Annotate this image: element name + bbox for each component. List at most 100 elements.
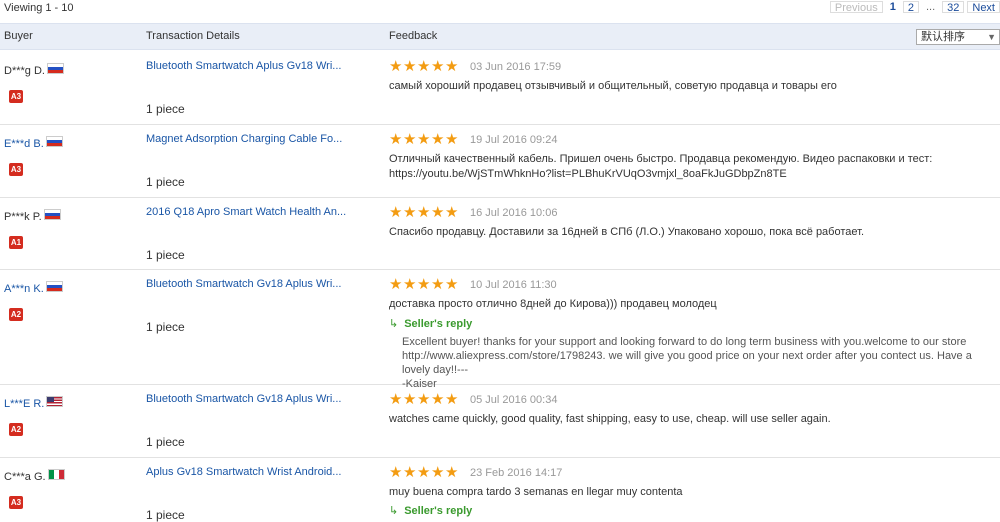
star-rating: ★ ★ ★ ★ ★ xyxy=(389,464,459,481)
quantity: 1 piece xyxy=(146,248,185,262)
star-icon: ★ xyxy=(445,276,459,293)
feedback-text-line: Отличный качественный кабель. Пришел оче… xyxy=(389,153,933,165)
star-icon: ★ xyxy=(445,391,459,408)
star-icon: ★ xyxy=(417,204,431,221)
sort-select-value: 默认排序 xyxy=(921,31,965,43)
quantity: 1 piece xyxy=(146,435,185,449)
flag-russia-icon xyxy=(45,136,63,147)
feedback-text: самый хороший продавец отзывчивый и общи… xyxy=(389,80,837,92)
buyer-name: C***a G. xyxy=(4,471,46,483)
seller-reply-label: ↳ Seller's reply xyxy=(389,317,472,330)
seller-reply-body: Excellent buyer! thanks for your support… xyxy=(402,335,998,391)
reply-line: Excellent buyer! thanks for your support… xyxy=(402,336,967,348)
viewing-count: Viewing 1 - 10 xyxy=(4,2,74,14)
feedback-text: Отличный качественный кабель. Пришел оче… xyxy=(389,152,989,182)
star-icon: ★ xyxy=(389,391,403,408)
star-icon: ★ xyxy=(445,131,459,148)
product-link[interactable]: Bluetooth Smartwatch Gv18 Aplus Wri... xyxy=(146,393,341,405)
star-icon: ★ xyxy=(389,464,403,481)
star-icon: ★ xyxy=(389,58,403,75)
buyer-level-badge: A3 xyxy=(9,496,23,509)
quantity: 1 piece xyxy=(146,102,185,116)
star-icon: ★ xyxy=(403,204,417,221)
product-link[interactable]: Magnet Adsorption Charging Cable Fo... xyxy=(146,133,342,145)
buyer-level-badge: A3 xyxy=(9,90,23,103)
page-1-current: 1 xyxy=(885,0,900,13)
buyer-cell: D***g D. xyxy=(4,63,64,77)
star-icon: ★ xyxy=(389,131,403,148)
buyer-cell: A***n K. xyxy=(4,281,63,295)
feedback-date: 19 Jul 2016 09:24 xyxy=(470,134,558,146)
feedback-text: доставка просто отлично 8дней до Кирова)… xyxy=(389,298,717,310)
star-rating: ★ ★ ★ ★ ★ xyxy=(389,204,459,221)
seller-reply-label: ↳ Seller's reply xyxy=(389,504,472,517)
buyer-name-link[interactable]: E***d B. xyxy=(4,138,44,150)
buyer-name-link[interactable]: L***E R. xyxy=(4,398,44,410)
next-button[interactable]: Next xyxy=(967,0,1000,14)
quantity: 1 piece xyxy=(146,175,185,189)
star-icon: ★ xyxy=(445,204,459,221)
star-icon: ★ xyxy=(445,464,459,481)
buyer-cell: E***d B. xyxy=(4,136,63,150)
table-row: A***n K. A2 Bluetooth Smartwatch Gv18 Ap… xyxy=(0,270,1000,390)
previous-button[interactable]: Previous xyxy=(829,0,883,14)
table-header: Buyer Transaction Details Feedback 默认排序 … xyxy=(0,23,1000,50)
star-icon: ★ xyxy=(431,464,445,481)
feedback-date: 23 Feb 2016 14:17 xyxy=(470,467,563,479)
feedback-date: 16 Jul 2016 10:06 xyxy=(470,207,558,219)
feedback-text: watches came quickly, good quality, fast… xyxy=(389,413,831,425)
buyer-cell: L***E R. xyxy=(4,396,64,410)
seller-reply-text: Seller's reply xyxy=(404,318,473,330)
top-bar: Viewing 1 - 10 Previous 1 2 ... 32 Next xyxy=(0,0,1000,16)
star-icon: ★ xyxy=(431,58,445,75)
buyer-level-badge: A2 xyxy=(9,308,23,321)
star-icon: ★ xyxy=(431,131,445,148)
table-row: D***g D. A3 Bluetooth Smartwatch Aplus G… xyxy=(0,52,1000,125)
buyer-name: P***k P. xyxy=(4,211,42,223)
feedback-date: 05 Jul 2016 00:34 xyxy=(470,394,558,406)
star-icon: ★ xyxy=(445,58,459,75)
star-rating: ★ ★ ★ ★ ★ xyxy=(389,58,459,75)
star-rating: ★ ★ ★ ★ ★ xyxy=(389,391,459,408)
product-link[interactable]: Bluetooth Smartwatch Gv18 Aplus Wri... xyxy=(146,278,341,290)
table-row: P***k P. A1 2016 Q18 Apro Smart Watch He… xyxy=(0,198,1000,270)
column-transaction: Transaction Details xyxy=(146,30,240,42)
chevron-down-icon: ▼ xyxy=(987,32,996,42)
star-rating: ★ ★ ★ ★ ★ xyxy=(389,131,459,148)
buyer-cell: P***k P. xyxy=(4,209,61,223)
star-icon: ★ xyxy=(403,276,417,293)
flag-russia-icon xyxy=(46,63,64,74)
flag-usa-icon xyxy=(46,396,64,407)
product-link[interactable]: Bluetooth Smartwatch Aplus Gv18 Wri... xyxy=(146,60,341,72)
buyer-level-badge: A3 xyxy=(9,163,23,176)
buyer-level-badge: A1 xyxy=(9,236,23,249)
star-rating: ★ ★ ★ ★ ★ xyxy=(389,276,459,293)
star-icon: ★ xyxy=(431,204,445,221)
sort-select[interactable]: 默认排序 ▼ xyxy=(916,29,1000,45)
star-icon: ★ xyxy=(403,464,417,481)
star-icon: ★ xyxy=(389,204,403,221)
star-icon: ★ xyxy=(431,276,445,293)
seller-reply-text: Seller's reply xyxy=(404,505,473,517)
product-link[interactable]: 2016 Q18 Apro Smart Watch Health An... xyxy=(146,206,346,218)
page-2-link[interactable]: 2 xyxy=(902,0,919,14)
pagination-ellipsis: ... xyxy=(921,0,940,13)
page-32-link[interactable]: 32 xyxy=(942,0,965,14)
buyer-name: D***g D. xyxy=(4,65,45,77)
feedback-text: muy buena compra tardo 3 semanas en lleg… xyxy=(389,486,683,498)
star-icon: ★ xyxy=(403,58,417,75)
column-feedback: Feedback xyxy=(389,30,438,42)
buyer-name-link[interactable]: A***n K. xyxy=(4,283,44,295)
table-row: L***E R. A2 Bluetooth Smartwatch Gv18 Ap… xyxy=(0,385,1000,458)
star-icon: ★ xyxy=(389,276,403,293)
feedback-date: 03 Jun 2016 17:59 xyxy=(470,61,562,73)
star-icon: ★ xyxy=(417,464,431,481)
star-icon: ★ xyxy=(417,131,431,148)
flag-russia-icon xyxy=(43,209,61,220)
reply-arrow-icon: ↳ xyxy=(389,505,399,517)
star-icon: ★ xyxy=(417,391,431,408)
product-link[interactable]: Aplus Gv18 Smartwatch Wrist Android... xyxy=(146,466,341,478)
reply-arrow-icon: ↳ xyxy=(389,318,399,330)
buyer-level-badge: A2 xyxy=(9,423,23,436)
star-icon: ★ xyxy=(417,276,431,293)
